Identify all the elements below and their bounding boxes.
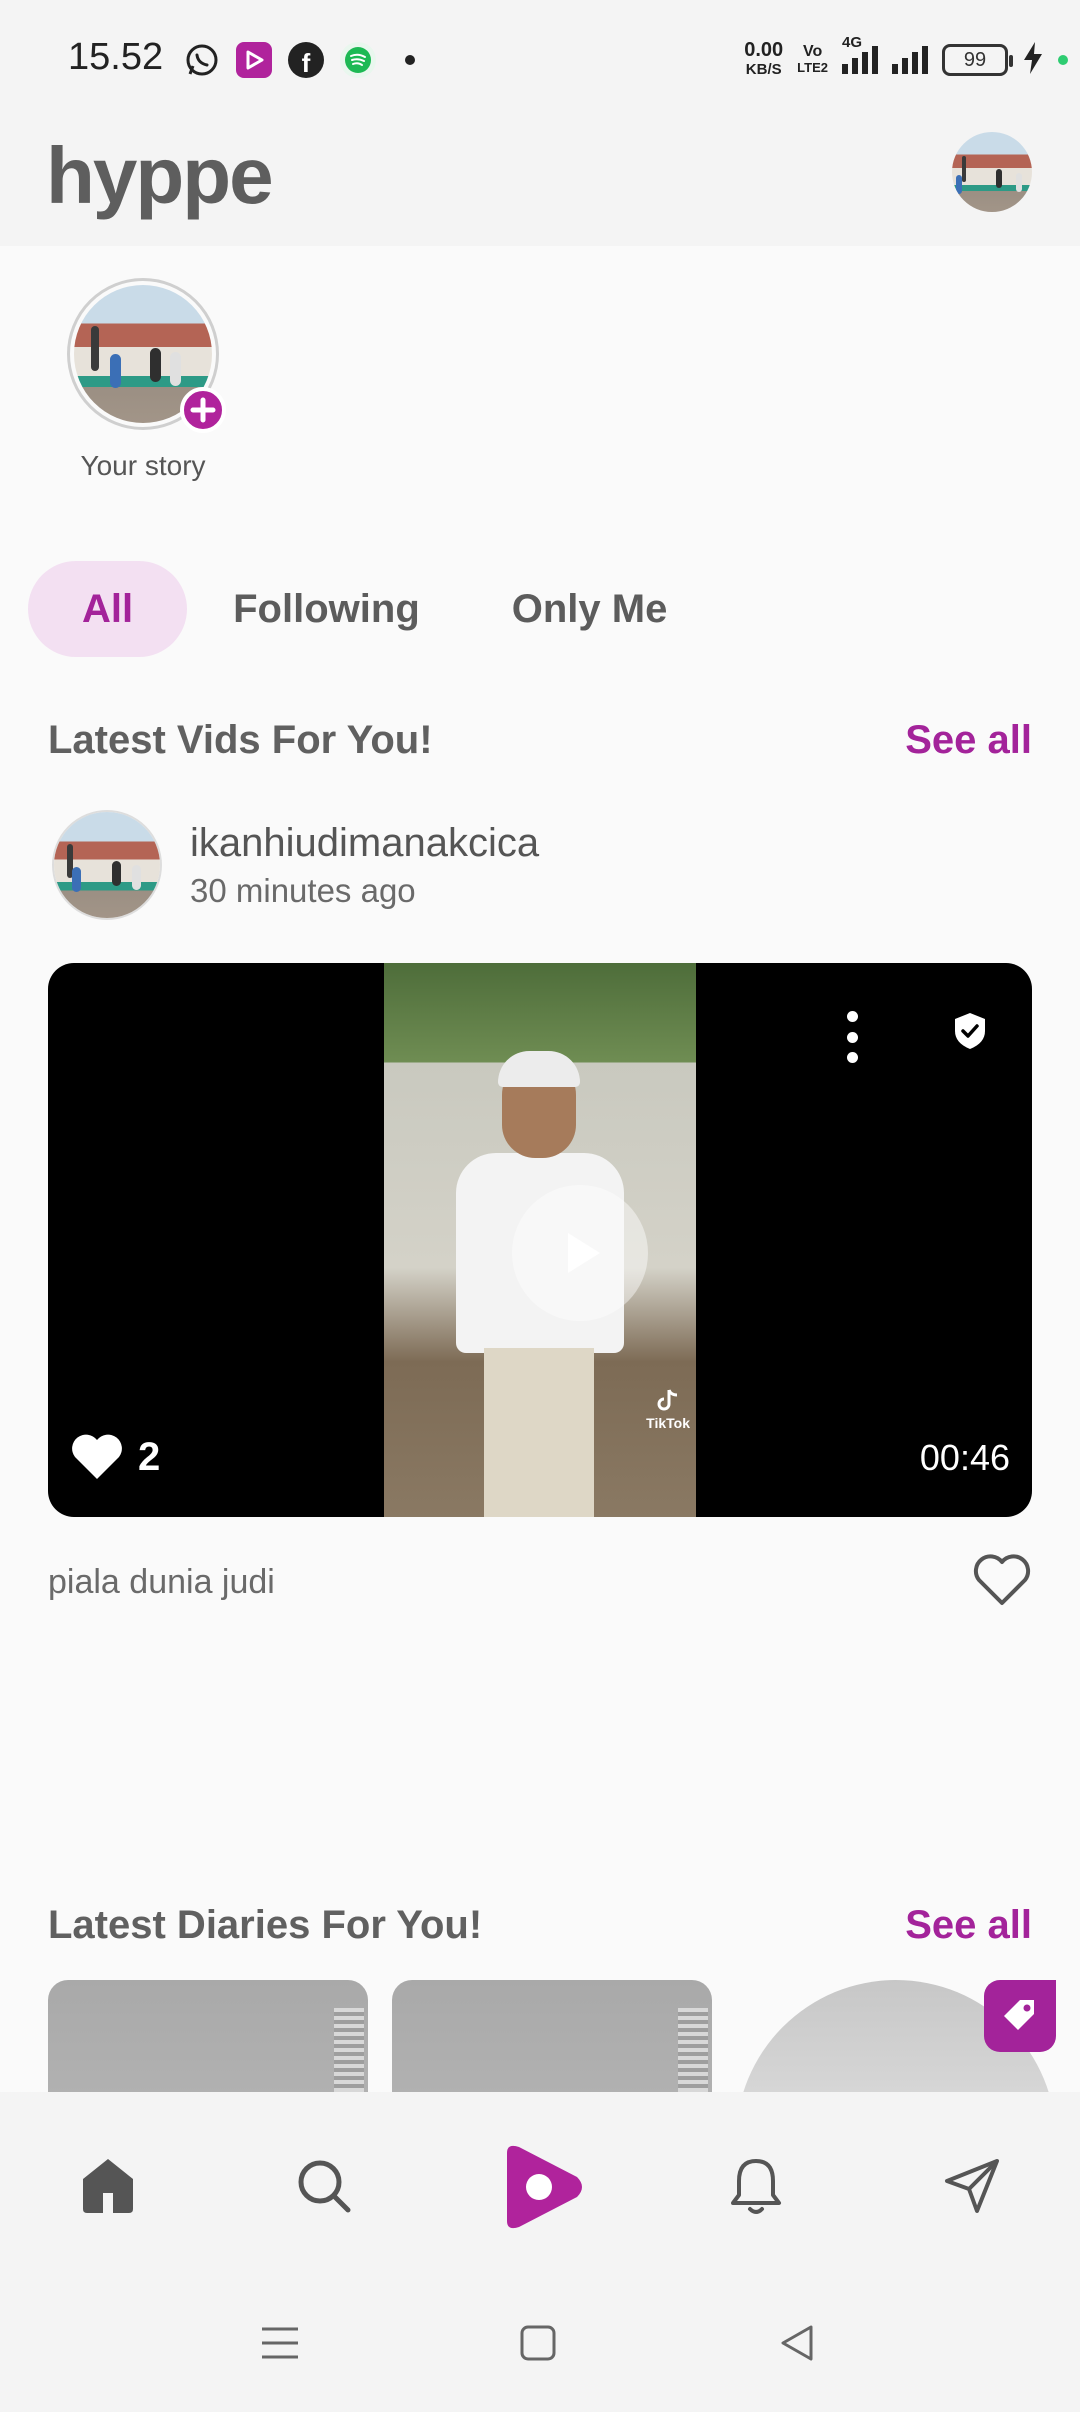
feed-tabs: All Following Only Me <box>28 561 713 657</box>
tab-all[interactable]: All <box>28 561 188 657</box>
like-button[interactable] <box>972 1553 1032 1612</box>
vids-see-all-link[interactable]: See all <box>905 718 1032 763</box>
system-nav-bar <box>0 2276 1080 2412</box>
back-button[interactable] <box>772 2318 822 2368</box>
post-username[interactable]: ikanhiudimanakcica <box>190 821 539 866</box>
signal-icon <box>892 46 928 74</box>
send-icon <box>945 2159 999 2213</box>
diaries-carousel[interactable] <box>48 1980 1080 2092</box>
bottom-nav <box>0 2092 1080 2276</box>
notification-icons: f <box>184 42 428 78</box>
battery-level: 99 <box>963 48 987 71</box>
nav-notifications[interactable] <box>716 2146 796 2226</box>
diaries-see-all-link[interactable]: See all <box>905 1903 1032 1948</box>
battery-indicator: 99 <box>942 44 1013 76</box>
heart-filled-icon <box>72 1434 122 1479</box>
whatsapp-icon <box>184 42 220 78</box>
tiktok-watermark-text: TikTok <box>646 1415 690 1431</box>
status-time: 15.52 <box>68 36 164 78</box>
profile-photo <box>952 132 1032 212</box>
volte-top: Vo <box>802 43 823 60</box>
network-speed: 0.00 KB/S <box>744 40 783 80</box>
charging-icon <box>1022 41 1044 80</box>
volte-bottom: LTE2 <box>797 60 828 75</box>
search-icon <box>298 2160 351 2213</box>
hyppe-play-icon <box>507 2145 582 2229</box>
menu-icon <box>262 2327 298 2359</box>
network-speed-unit: KB/S <box>745 61 782 78</box>
post-meta: ikanhiudimanakcica 30 minutes ago <box>190 821 539 910</box>
signal-4g-icon: 4G <box>842 34 878 74</box>
post-author-photo <box>54 812 160 918</box>
play-icon <box>568 1233 600 1273</box>
story-label: Your story <box>80 450 206 481</box>
tag-icon[interactable] <box>984 1980 1056 2052</box>
hyppe-logo[interactable]: hyppe <box>46 130 274 222</box>
square-icon <box>520 2325 556 2361</box>
profile-avatar[interactable] <box>952 132 1032 212</box>
play-button[interactable] <box>512 1185 648 1321</box>
facebook-icon: f <box>288 42 324 78</box>
tab-following[interactable]: Following <box>187 561 466 657</box>
story-avatar[interactable] <box>67 278 226 433</box>
more-notifications-dot-icon <box>392 42 428 78</box>
hyppe-app-icon <box>236 42 272 78</box>
nav-home[interactable] <box>68 2146 148 2226</box>
video-likes: 2 <box>70 1433 160 1481</box>
thumb-person-legs <box>484 1348 594 1517</box>
post-time: 30 minutes ago <box>190 871 416 909</box>
tiktok-watermark: TikTok <box>646 1388 690 1431</box>
status-bar: 15.52 f 0.00 KB/S Vo LTE2 4G 99 <box>0 0 1080 124</box>
green-dot-icon <box>1058 55 1068 65</box>
diaries-section-header: Latest Diaries For You! See all <box>48 1903 1032 1948</box>
status-right: 0.00 KB/S Vo LTE2 4G 99 <box>744 34 1068 80</box>
back-triangle-icon <box>781 2325 813 2361</box>
plus-icon <box>190 397 216 423</box>
heart-outline-icon <box>973 1554 1031 1605</box>
add-story-button[interactable] <box>180 387 226 433</box>
tab-only-me[interactable]: Only Me <box>466 561 714 657</box>
thumb-person-cap <box>498 1051 580 1087</box>
nav-messages[interactable] <box>932 2146 1012 2226</box>
network-type: 4G <box>842 34 863 51</box>
app-header: hyppe <box>0 124 1080 246</box>
spotify-icon <box>340 42 376 78</box>
diaries-section-title: Latest Diaries For You! <box>48 1903 483 1947</box>
home-button[interactable] <box>513 2318 563 2368</box>
like-count: 2 <box>138 1434 161 1479</box>
your-story[interactable]: Your story <box>60 278 226 482</box>
post-author-avatar[interactable] <box>52 810 162 920</box>
post-author[interactable]: ikanhiudimanakcica 30 minutes ago <box>52 810 539 920</box>
post-caption: piala dunia judi <box>48 1563 275 1601</box>
diary-card[interactable] <box>48 1980 368 2092</box>
shield-check-icon[interactable] <box>952 1011 988 1056</box>
nav-hyppe-play[interactable] <box>484 2132 594 2242</box>
more-options-icon[interactable] <box>842 1011 862 1063</box>
home-icon <box>83 2159 133 2213</box>
vids-section-title: Latest Vids For You! <box>48 718 433 762</box>
vids-section-header: Latest Vids For You! See all <box>48 718 1032 763</box>
video-thumbnail: TikTok <box>384 963 696 1517</box>
diary-card[interactable] <box>392 1980 712 2092</box>
recent-apps-button[interactable] <box>255 2318 305 2368</box>
video-player[interactable]: TikTok 2 00:46 <box>48 963 1032 1517</box>
nav-search[interactable] <box>284 2146 364 2226</box>
volte-indicator: Vo LTE2 <box>797 44 828 76</box>
network-speed-value: 0.00 <box>744 39 784 61</box>
bell-icon <box>731 2159 781 2214</box>
video-duration: 00:46 <box>919 1437 1010 1478</box>
